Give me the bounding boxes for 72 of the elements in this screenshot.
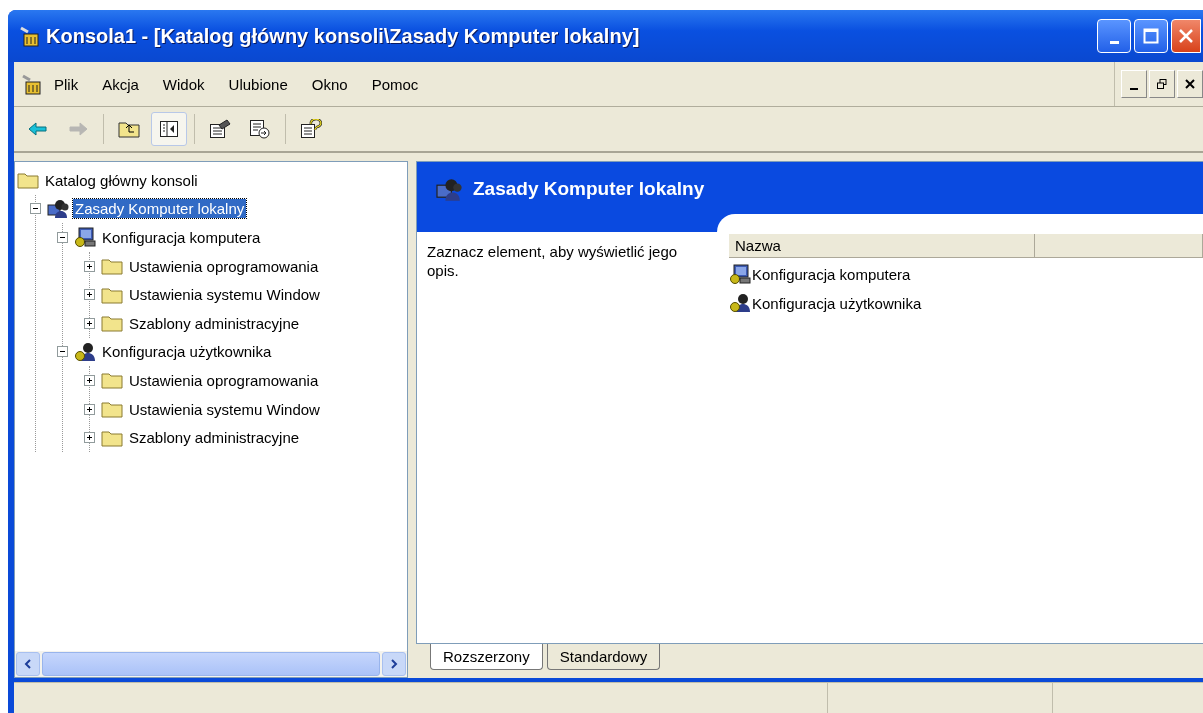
close-button[interactable] (1177, 70, 1203, 98)
computer-gear-icon (729, 264, 751, 284)
tree-item[interactable]: Szablony administracyjne (127, 428, 302, 448)
restore-button[interactable] (1149, 70, 1175, 98)
folder-icon (101, 371, 123, 390)
chevron-right-icon (390, 659, 398, 669)
chevron-left-icon (24, 659, 32, 669)
right-arrow-icon (68, 122, 88, 136)
tab[interactable]: Standardowy (546, 644, 661, 670)
policy-icon (47, 198, 69, 219)
restore-icon (1157, 79, 1167, 89)
maximize-button[interactable] (1134, 19, 1168, 53)
expand-toggle[interactable] (84, 317, 95, 329)
menu-item[interactable]: Akcja (90, 75, 151, 93)
left-arrow-icon (28, 122, 48, 136)
panel-title: Zasady Komputer lokalny (473, 178, 705, 200)
tree-item[interactable]: Konfiguracja komputera (100, 228, 263, 247)
tree-item[interactable]: Ustawienia systemu Window (127, 285, 322, 305)
pane-icon (159, 120, 179, 138)
tree-toggle-button[interactable] (151, 112, 187, 146)
expand-toggle[interactable] (84, 374, 95, 386)
tree-item[interactable]: Ustawienia oprogramowania (127, 370, 321, 390)
minimize-icon (1130, 88, 1138, 90)
properties-icon (209, 119, 231, 139)
console-app-icon (20, 72, 42, 96)
close-icon (1185, 79, 1195, 89)
computer-gear-icon (74, 227, 96, 248)
horizontal-scrollbar[interactable] (15, 651, 407, 677)
tree-item[interactable]: Ustawienia systemu Window (127, 399, 322, 419)
tree-item[interactable]: Ustawienia oprogramowania (127, 256, 321, 276)
folder-icon (101, 257, 123, 276)
list-item[interactable]: Konfiguracja użytkownika (752, 294, 922, 312)
folder-icon (101, 314, 123, 333)
collapse-toggle[interactable] (57, 232, 68, 243)
expand-toggle[interactable] (84, 289, 95, 301)
menu-item[interactable]: Widok (150, 75, 217, 93)
policy-icon (435, 178, 463, 202)
menu-item[interactable]: Okno (299, 75, 360, 93)
description-text: Zaznacz element, aby wyświetlić jego opis. (426, 242, 679, 281)
menu-item[interactable]: Plik (42, 75, 91, 93)
expand-toggle[interactable] (84, 403, 95, 415)
tab[interactable]: Rozszerzony (430, 644, 543, 670)
tree-item[interactable]: Katalog główny konsoli (43, 170, 200, 190)
folder-icon (101, 285, 123, 304)
list-item[interactable]: Konfiguracja komputera (752, 265, 911, 283)
console-app-icon (18, 25, 40, 47)
menu-item[interactable]: Ulubione (216, 75, 300, 93)
scroll-thumb[interactable] (42, 652, 380, 676)
expand-toggle[interactable] (84, 260, 95, 272)
folder-icon (17, 171, 39, 190)
collapse-toggle[interactable] (57, 346, 68, 358)
maximize-icon (1143, 28, 1159, 44)
tree-item[interactable]: Zasady Komputer lokalny (73, 199, 247, 219)
menu-item[interactable]: Pomoc (359, 75, 431, 93)
user-gear-icon (729, 293, 751, 313)
expand-toggle[interactable] (84, 432, 95, 444)
minimize-icon (1109, 40, 1119, 44)
scroll-left-button[interactable] (16, 652, 40, 676)
window-title: Konsola1 - [Katalog główny konsoli\Zasady Komputer lokalny] (46, 24, 641, 48)
tree-item[interactable]: Konfiguracja użytkownika (100, 342, 274, 362)
column-header[interactable]: Nazwa (729, 234, 1035, 258)
collapse-toggle[interactable] (30, 203, 41, 215)
tree-item[interactable]: Szablony administracyjne (127, 313, 302, 333)
folder-up-icon (118, 120, 140, 138)
folder-icon (101, 400, 123, 419)
folder-icon (101, 428, 123, 447)
minimize-button[interactable] (1121, 70, 1147, 98)
close-icon (1178, 28, 1194, 44)
help-icon (300, 119, 322, 139)
document-arrow-icon (249, 119, 271, 139)
scroll-right-button[interactable] (382, 652, 406, 676)
user-gear-icon (74, 341, 96, 362)
